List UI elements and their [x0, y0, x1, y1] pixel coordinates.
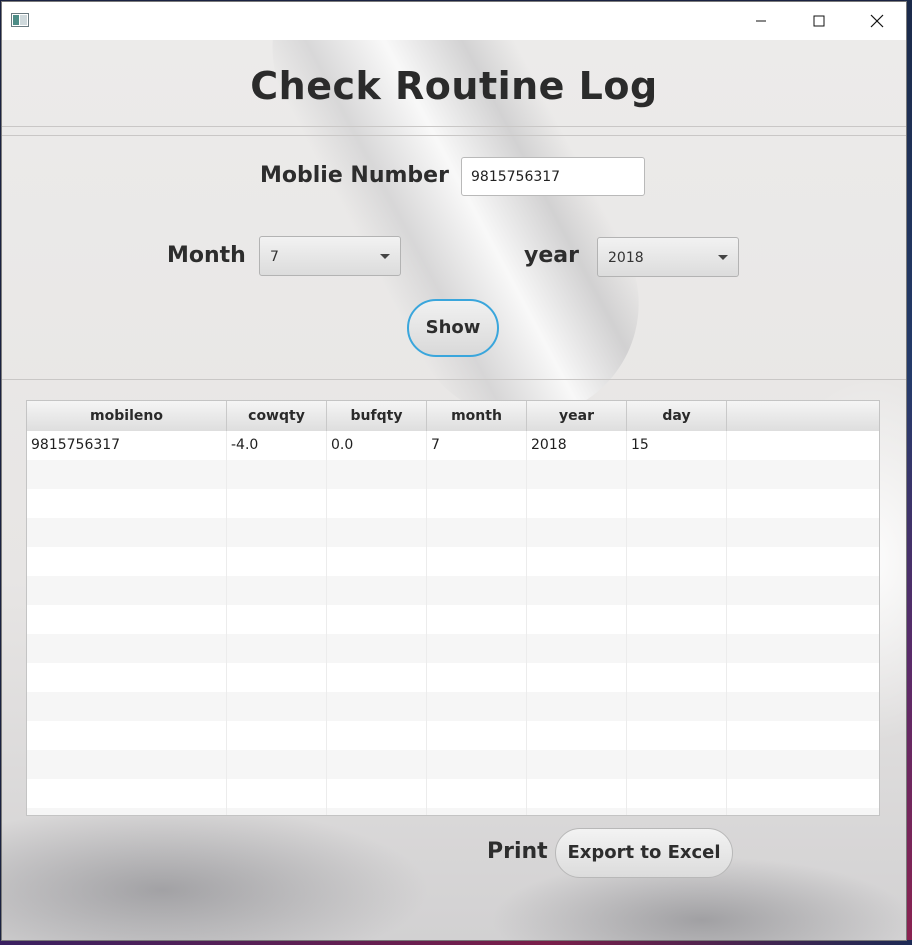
column-header-year[interactable]: year — [527, 401, 627, 431]
chevron-down-icon — [380, 254, 390, 259]
table-row[interactable]: 9815756317 -4.0 0.0 7 2018 15 — [27, 431, 879, 460]
column-header-cowqty[interactable]: cowqty — [227, 401, 327, 431]
mobile-number-label: Moblie Number — [260, 163, 449, 188]
divider — [2, 135, 906, 136]
empty-row — [27, 721, 879, 750]
empty-row — [27, 779, 879, 808]
empty-row — [27, 576, 879, 605]
column-header-mobileno[interactable]: mobileno — [27, 401, 227, 431]
cell-month: 7 — [427, 431, 527, 460]
year-select[interactable]: 2018 — [597, 237, 739, 277]
empty-row — [27, 663, 879, 692]
empty-row — [27, 547, 879, 576]
column-header-month[interactable]: month — [427, 401, 527, 431]
maximize-button[interactable] — [790, 2, 848, 40]
app-window: Check Routine Log Moblie Number 98157563… — [1, 1, 907, 941]
empty-row — [27, 489, 879, 518]
minimize-icon — [756, 20, 766, 22]
year-select-value: 2018 — [608, 250, 644, 266]
main-content: Check Routine Log Moblie Number 98157563… — [2, 40, 906, 940]
chevron-down-icon — [718, 255, 728, 260]
page-title: Check Routine Log — [250, 64, 658, 108]
month-select-value: 7 — [270, 249, 279, 265]
app-icon — [11, 13, 29, 27]
year-label: year — [524, 243, 579, 268]
empty-row — [27, 692, 879, 721]
cell-filler — [727, 431, 879, 460]
cell-year: 2018 — [527, 431, 627, 460]
column-header-filler — [727, 401, 879, 431]
close-button[interactable] — [848, 2, 906, 40]
empty-row — [27, 460, 879, 489]
column-header-day[interactable]: day — [627, 401, 727, 431]
print-button[interactable]: Print — [487, 839, 548, 864]
export-to-excel-button[interactable]: Export to Excel — [555, 828, 733, 878]
show-button[interactable]: Show — [407, 299, 499, 357]
column-header-bufqty[interactable]: bufqty — [327, 401, 427, 431]
title-bar — [2, 2, 906, 40]
empty-row — [27, 605, 879, 634]
empty-row — [27, 634, 879, 663]
table-body: 9815756317 -4.0 0.0 7 2018 15 — [27, 431, 879, 815]
cell-bufqty: 0.0 — [327, 431, 427, 460]
empty-row — [27, 518, 879, 547]
divider — [2, 126, 906, 127]
cell-day: 15 — [627, 431, 727, 460]
empty-row — [27, 750, 879, 779]
month-select[interactable]: 7 — [259, 236, 401, 276]
cell-mobileno: 9815756317 — [27, 431, 227, 460]
table-header: mobileno cowqty bufqty month year day — [27, 401, 879, 432]
minimize-button[interactable] — [732, 2, 790, 40]
close-icon — [870, 14, 884, 28]
mobile-number-input[interactable]: 9815756317 — [461, 157, 645, 196]
empty-row — [27, 808, 879, 815]
divider — [2, 379, 906, 380]
cell-cowqty: -4.0 — [227, 431, 327, 460]
month-label: Month — [167, 243, 246, 268]
routine-log-table[interactable]: mobileno cowqty bufqty month year day 98… — [26, 400, 880, 816]
maximize-icon — [813, 15, 825, 27]
